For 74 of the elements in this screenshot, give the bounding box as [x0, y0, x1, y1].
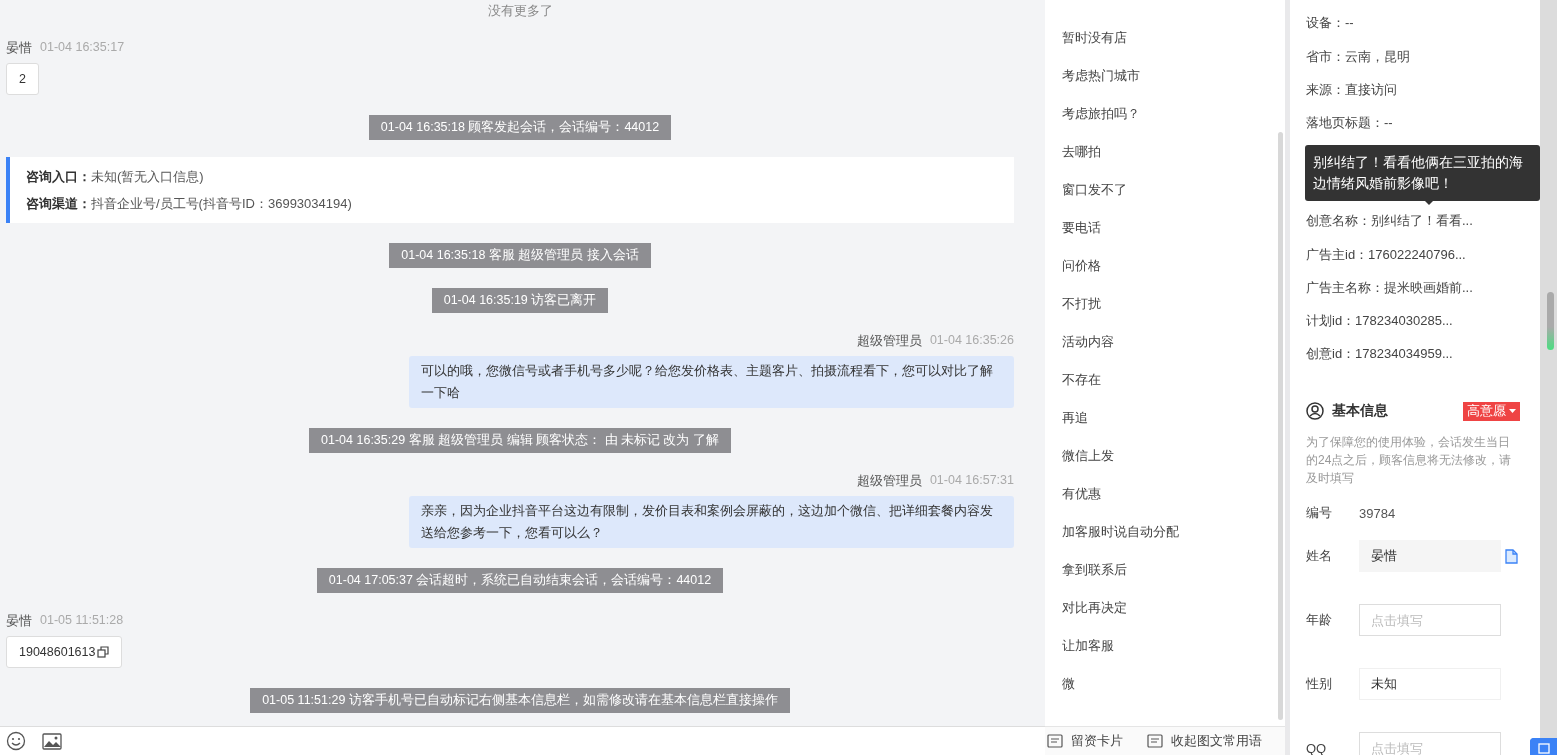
intent-dropdown[interactable]: 高意愿 — [1463, 401, 1520, 421]
scrollbar[interactable] — [1278, 132, 1283, 720]
caret-icon — [1509, 409, 1516, 413]
user-icon — [1306, 402, 1324, 420]
quick-reply-item[interactable]: 去哪拍 — [1062, 142, 1101, 180]
system-notice: 01-04 16:35:18 客服 超级管理员 接入会话 — [389, 243, 651, 268]
visitor-info-field: 广告主名称：提米映画婚前... — [1306, 264, 1540, 297]
field-label: 性别 — [1306, 675, 1333, 693]
message-icon — [1047, 734, 1063, 748]
chat-button-icon[interactable] — [1530, 738, 1557, 755]
no-more-note: 没有更多了 — [487, 2, 553, 20]
quick-reply-item[interactable]: 考虑旅拍吗？ — [1062, 104, 1140, 142]
field-value: 39784 — [1359, 505, 1396, 521]
sender-name: 超级管理员 — [856, 333, 922, 350]
visitor-info-field: 创意id：178234034959... — [1306, 330, 1540, 363]
sender-name: 超级管理员 — [856, 473, 922, 490]
input-field[interactable]: 点击填写 — [1359, 732, 1501, 755]
system-notice: 01-04 16:35:29 客服 超级管理员 编辑 顾客状态： 由 未标记 改为 了解 — [309, 428, 731, 453]
section-title: 基本信息 — [1332, 402, 1389, 420]
message-time: 01-04 16:57:31 — [929, 473, 1014, 489]
visitor-info-field: 来源：直接访问 — [1306, 66, 1540, 99]
image-icon[interactable] — [42, 731, 62, 751]
visitor-info-field: 落地页标题：-- — [1306, 99, 1540, 132]
quick-reply-item[interactable]: 有优惠 — [1062, 484, 1101, 522]
message-icon — [1147, 734, 1163, 748]
quick-reply-item[interactable]: 暂时没有店 — [1062, 28, 1127, 66]
system-notice: 01-05 11:51:29 访客手机号已自动标记右侧基本信息栏，如需修改请在基本信息栏直接操作 — [250, 688, 790, 713]
scrollbar-thumb[interactable] — [1547, 292, 1554, 350]
quick-reply-item[interactable]: 对比再决定 — [1062, 598, 1127, 636]
visitor-info-field: 创意名称：别纠结了！看看... — [1306, 198, 1540, 231]
message-bubble: 2 — [6, 63, 39, 95]
quick-reply-item[interactable]: 加客服时说自动分配 — [1062, 522, 1179, 560]
quick-reply-item[interactable]: 微 — [1062, 674, 1075, 712]
quick-reply-item[interactable]: 考虑热门城市 — [1062, 66, 1140, 104]
visitor-info-field: 计划id：178234030285... — [1306, 297, 1540, 330]
visitor-info-field: 广告主id：176022240796... — [1306, 231, 1540, 264]
field-label: QQ — [1306, 740, 1328, 755]
system-notice: 01-04 16:35:18 顾客发起会话，会话编号：44012 — [368, 115, 672, 140]
quick-reply-item[interactable]: 微信上发 — [1062, 446, 1114, 484]
quick-reply-item[interactable]: 活动内容 — [1062, 332, 1114, 370]
field-label: 姓名 — [1306, 547, 1333, 565]
input-field[interactable]: 点击填写 — [1359, 604, 1501, 636]
quick-reply-item[interactable]: 窗口发不了 — [1062, 180, 1127, 218]
message-bubble: 亲亲，因为企业抖音平台这边有限制，发价目表和案例会屏蔽的，这边加个微信、把详细套餐内容发送给您参考一下，您看可以么？ — [409, 496, 1014, 548]
quick-reply-item[interactable]: 问价格 — [1062, 256, 1101, 294]
system-notice: 01-04 16:35:19 访客已离开 — [431, 288, 609, 313]
quick-reply-item[interactable]: 要电话 — [1062, 218, 1101, 256]
sender-name: 晏惜 — [6, 40, 32, 57]
copy-icon[interactable] — [97, 646, 110, 658]
sender-name: 晏惜 — [6, 613, 32, 630]
field-label: 编号 — [1306, 504, 1333, 522]
message-time: 01-04 16:35:17 — [40, 40, 125, 56]
visitor-info-field: 省市：云南，昆明 — [1306, 33, 1540, 66]
message-bubble: 可以的哦，您微信号或者手机号多少呢？给您发价格表、主题客片、拍摄流程看下，您可以对比了解一下哈 — [409, 356, 1014, 408]
entry-info-line: 咨询渠道：抖音企业号/员工号(抖音号ID：36993034194) — [26, 196, 353, 211]
quick-reply-item[interactable]: 让加客服 — [1062, 636, 1114, 674]
quick-reply-item[interactable]: 拿到联系后 — [1062, 560, 1127, 598]
visitor-info-field: 设备：-- — [1306, 0, 1540, 33]
field-label: 年龄 — [1306, 611, 1333, 629]
message-bubble: 19048601613 — [6, 636, 123, 668]
copy-icon[interactable] — [1505, 548, 1518, 564]
quick-reply-item[interactable]: 不存在 — [1062, 370, 1101, 408]
notice-text: 为了保障您的使用体验，会话发生当日的24点之后，顾客信息将无法修改，请及时填写 — [1306, 434, 1513, 487]
system-notice: 01-04 17:05:37 会话超时，系统已自动结束会话，会话编号：44012 — [316, 568, 724, 593]
quick-reply-item[interactable]: 不打扰 — [1062, 294, 1101, 332]
quick-reply-item[interactable]: 再追 — [1062, 408, 1088, 446]
quick-action-button[interactable]: 留资卡片 — [1047, 732, 1123, 750]
select-field[interactable]: 未知 — [1359, 668, 1501, 700]
quick-action-button[interactable]: 收起图文常用语 — [1147, 732, 1262, 750]
emoji-icon[interactable] — [6, 731, 26, 751]
input-field[interactable]: 晏惜 — [1359, 540, 1501, 572]
message-time: 01-05 11:51:28 — [40, 613, 124, 629]
message-time: 01-04 16:35:26 — [929, 333, 1014, 349]
entry-info-line: 咨询入口：未知(暂无入口信息) — [26, 169, 205, 184]
